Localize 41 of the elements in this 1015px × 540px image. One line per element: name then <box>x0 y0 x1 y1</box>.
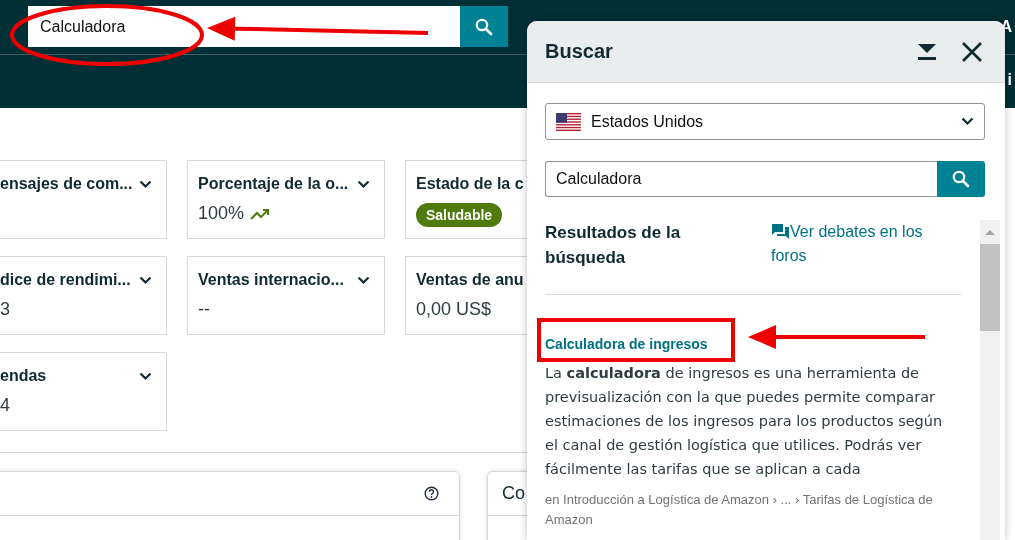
metric-title: dice de rendimi... <box>0 271 131 289</box>
metric-title: ensajes de com... <box>0 175 133 193</box>
search-field[interactable]: Calculadora <box>28 6 460 47</box>
results-heading: Resultados de la búsqueda <box>545 222 682 269</box>
close-icon[interactable] <box>961 40 983 63</box>
dock-bottom-icon[interactable] <box>917 42 937 61</box>
metric-title: Ventas internacio... <box>198 271 344 289</box>
chat-icon <box>771 223 790 240</box>
search-field[interactable]: Calculadora <box>545 161 937 197</box>
status-badge: Saludable <box>416 203 503 227</box>
nav-link[interactable]: i <box>1007 71 1012 89</box>
chevron-down-icon <box>357 179 370 189</box>
search-button[interactable] <box>937 161 985 197</box>
search-button[interactable] <box>460 6 508 47</box>
scrollbar[interactable] <box>980 220 1000 540</box>
flag-icon <box>556 112 581 131</box>
chevron-down-icon <box>357 275 370 285</box>
metric-value: 0,00 US$ <box>416 299 492 320</box>
chevron-down-icon <box>961 117 974 126</box>
panel-title: Buscar <box>545 40 614 63</box>
metric-value: 3 <box>0 299 10 320</box>
metric-title: Ventas de anu <box>416 271 524 289</box>
metric-title: Porcentaje de la o... <box>198 175 349 193</box>
trend-up-icon <box>250 207 271 220</box>
widget-title: Co <box>502 483 525 504</box>
search-icon <box>952 170 970 188</box>
metric-value: 4 <box>0 395 10 416</box>
chevron-down-icon <box>139 275 152 285</box>
metric-value: -- <box>198 299 210 320</box>
metric-value: 100% <box>198 203 245 224</box>
search-icon <box>475 17 493 36</box>
chevron-down-icon <box>139 179 152 189</box>
forum-link[interactable]: Ver debates en los foros <box>771 220 961 294</box>
country-dropdown[interactable]: Estados Unidos <box>545 103 985 140</box>
result-snippet: La calculadora de ingresos es una herramienta de previsualización con la que puedes permite comparar estimaciones de los ingresos para los productos según el canal de gestión logística que utilices. Podrás ver fácilmente las tarifas que se aplican a cada <box>545 364 944 479</box>
result-link[interactable]: Calculadora de ingresos <box>545 336 708 352</box>
result-path: en Introducción a Logística de Amazon › ... › Tarifas de Logística de Amazon <box>545 491 934 529</box>
chevron-down-icon <box>139 371 152 381</box>
metric-title: Estado de la c <box>416 175 524 193</box>
metric-title: endas <box>0 367 47 385</box>
help-icon[interactable] <box>424 486 439 501</box>
